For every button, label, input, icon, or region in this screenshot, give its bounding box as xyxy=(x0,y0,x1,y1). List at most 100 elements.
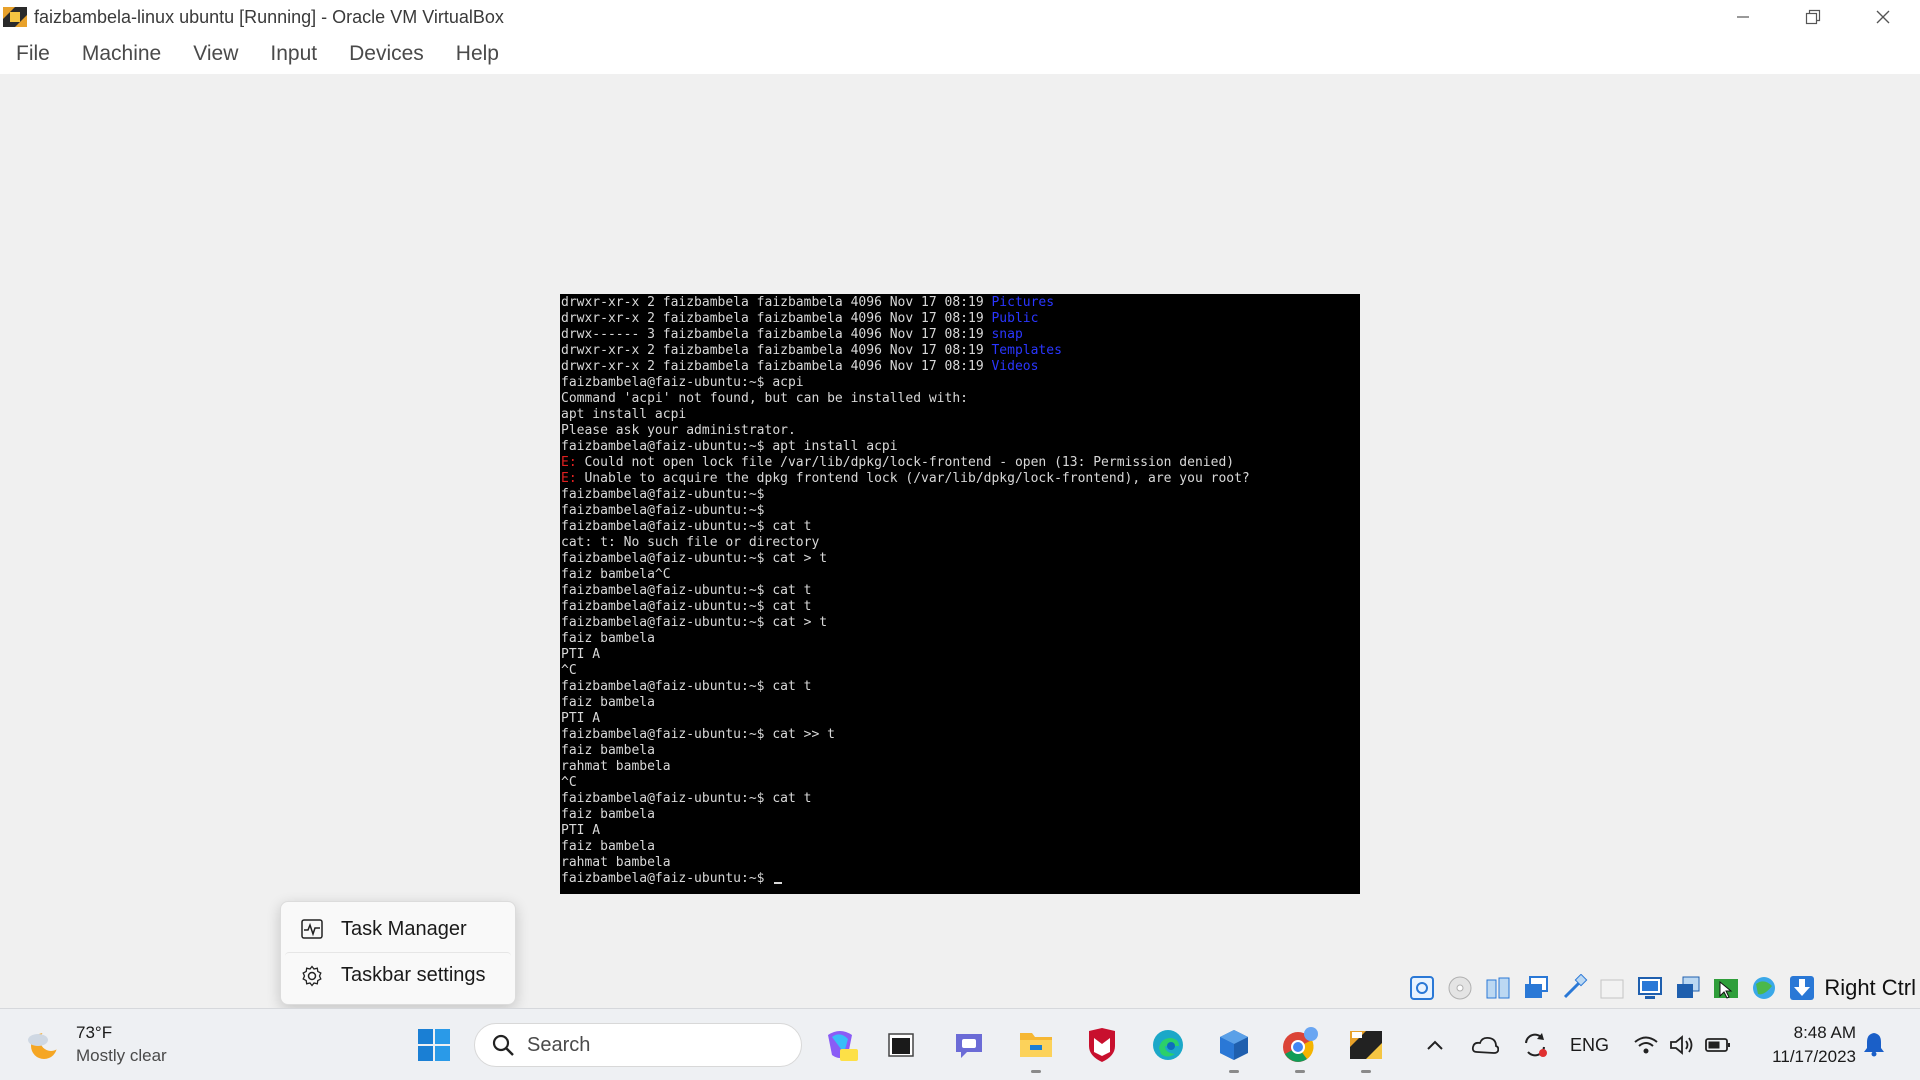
terminal-line: faizbambela@faiz-ubuntu:~$ cat > t xyxy=(561,615,1360,631)
task-view-icon[interactable] xyxy=(880,1023,924,1067)
weather-widget[interactable]: 73°F Mostly clear xyxy=(24,1021,167,1067)
terminal-line: ^C xyxy=(561,775,1360,791)
notification-bell-icon[interactable] xyxy=(1862,1031,1886,1062)
copilot-icon[interactable] xyxy=(818,1023,862,1067)
display-icon[interactable] xyxy=(1634,972,1666,1004)
battery-icon[interactable] xyxy=(1703,1030,1733,1060)
edge-icon[interactable] xyxy=(1146,1023,1190,1067)
terminal-line: faizbambela@faiz-ubuntu:~$ acpi xyxy=(561,375,1360,391)
terminal-line: faizbambela@faiz-ubuntu:~$ cat t xyxy=(561,519,1360,535)
terminal-text: Command 'acpi' not found, but can be ins… xyxy=(561,391,968,406)
terminal-text: faiz bambela xyxy=(561,807,655,822)
start-button[interactable] xyxy=(412,1023,456,1067)
terminal-text: drwxr-xr-x 2 faizbambela faizbambela 409… xyxy=(561,311,992,326)
optical-drive-icon[interactable] xyxy=(1444,972,1476,1004)
directory-name: Pictures xyxy=(991,295,1055,310)
terminal-text: cat: t: No such file or directory xyxy=(561,535,820,550)
terminal-text: faizbambela@faiz-ubuntu:~$ xyxy=(561,487,765,502)
terminal-line: faiz bambela xyxy=(561,807,1360,823)
menu-input[interactable]: Input xyxy=(270,42,317,66)
taskbar-settings-item[interactable]: Taskbar settings xyxy=(285,952,511,998)
menu-view[interactable]: View xyxy=(193,42,238,66)
mcafee-icon[interactable] xyxy=(1080,1023,1124,1067)
minimize-icon xyxy=(1737,16,1749,18)
terminal-text: faiz bambela xyxy=(561,743,655,758)
task-manager-icon xyxy=(301,919,323,939)
file-explorer-icon[interactable] xyxy=(1014,1023,1058,1073)
terminal-text: faizbambela@faiz-ubuntu:~$ cat t xyxy=(561,791,812,806)
running-indicator xyxy=(1229,1070,1239,1073)
terminal-line: drwxr-xr-x 2 faizbambela faizbambela 409… xyxy=(561,359,1360,375)
terminal-text: faiz bambela xyxy=(561,631,655,646)
terminal-line: faiz bambela^C xyxy=(561,567,1360,583)
menu-devices[interactable]: Devices xyxy=(349,42,424,66)
task-manager-item[interactable]: Task Manager xyxy=(285,906,511,952)
terminal-text: PTI A xyxy=(561,823,601,838)
volume-icon[interactable] xyxy=(1667,1030,1697,1060)
cpu-icon[interactable] xyxy=(1748,972,1780,1004)
wifi-icon[interactable] xyxy=(1631,1030,1661,1060)
error-prefix: E: xyxy=(561,471,577,486)
task-manager-label: Task Manager xyxy=(341,917,467,940)
menu-help[interactable]: Help xyxy=(456,42,499,66)
virtualbox-taskbar-icon[interactable] xyxy=(1212,1023,1256,1073)
audio-icon[interactable] xyxy=(1482,972,1514,1004)
terminal-text: faizbambela@faiz-ubuntu:~$ apt install a… xyxy=(561,439,898,454)
menu-machine[interactable]: Machine xyxy=(82,42,161,66)
system-tray: ENG xyxy=(1420,1023,1753,1067)
terminal-text: faizbambela@faiz-ubuntu:~$ cat > t xyxy=(561,615,828,630)
terminal-line: drwx------ 3 faizbambela faizbambela 409… xyxy=(561,327,1360,343)
vbox-status-bar: Right Ctrl xyxy=(1400,968,1920,1008)
windows-icon xyxy=(418,1029,450,1061)
terminal-line: faiz bambela xyxy=(561,743,1360,759)
weather-condition: Mostly clear xyxy=(76,1046,167,1065)
restore-button[interactable] xyxy=(1778,0,1848,34)
usb-icon[interactable] xyxy=(1558,972,1590,1004)
search-icon xyxy=(492,1034,514,1056)
weather-temperature: 73°F xyxy=(76,1023,113,1042)
terminal-text: drwxr-xr-x 2 faizbambela faizbambela 409… xyxy=(561,343,992,358)
mouse-integration-icon[interactable] xyxy=(1710,972,1742,1004)
terminal-text: faizbambela@faiz-ubuntu:~$ cat t xyxy=(561,679,812,694)
terminal-line: ^C xyxy=(561,663,1360,679)
terminal-line: E: Unable to acquire the dpkg frontend l… xyxy=(561,471,1360,487)
window-title: faizbambela-linux ubuntu [Running] - Ora… xyxy=(34,6,504,27)
minimize-button[interactable] xyxy=(1708,0,1778,34)
taskbar-settings-label: Taskbar settings xyxy=(341,964,486,986)
teams-chat-icon[interactable] xyxy=(948,1023,992,1067)
terminal-line: PTI A xyxy=(561,711,1360,727)
close-icon xyxy=(1876,10,1890,24)
terminal-line: faizbambela@faiz-ubuntu:~$ cat t xyxy=(561,583,1360,599)
terminal-line: Command 'acpi' not found, but can be ins… xyxy=(561,391,1360,407)
hard-disk-icon[interactable] xyxy=(1406,972,1438,1004)
terminal-line: faiz bambela xyxy=(561,839,1360,855)
recording-icon[interactable] xyxy=(1672,972,1704,1004)
directory-name: Templates xyxy=(991,343,1062,358)
terminal-line: PTI A xyxy=(561,823,1360,839)
onedrive-icon[interactable] xyxy=(1470,1030,1500,1060)
guest-terminal[interactable]: drwxr-xr-x 2 faizbambela faizbambela 409… xyxy=(560,294,1360,894)
vbox-vm-taskbar-icon[interactable] xyxy=(1344,1023,1388,1073)
terminal-line: rahmat bambela xyxy=(561,855,1360,871)
terminal-text: rahmat bambela xyxy=(561,855,671,870)
terminal-line: Please ask your administrator. xyxy=(561,423,1360,439)
terminal-line: faizbambela@faiz-ubuntu:~$ cat > t xyxy=(561,551,1360,567)
vm-display[interactable]: drwxr-xr-x 2 faizbambela faizbambela 409… xyxy=(0,74,1920,1008)
menu-file[interactable]: File xyxy=(16,42,50,66)
terminal-text: rahmat bambela xyxy=(561,759,671,774)
clock[interactable]: 8:48 AM 11/17/2023 xyxy=(1740,1021,1856,1069)
moon-cloud-icon xyxy=(28,1029,62,1059)
shared-folders-icon[interactable] xyxy=(1596,972,1628,1004)
language-indicator[interactable]: ENG xyxy=(1570,1035,1609,1056)
sync-icon[interactable] xyxy=(1520,1030,1550,1060)
directory-name: snap xyxy=(991,327,1023,342)
terminal-text: apt install acpi xyxy=(561,407,687,422)
taskbar-search[interactable]: Search xyxy=(474,1023,802,1067)
network-icon[interactable] xyxy=(1520,972,1552,1004)
close-button[interactable] xyxy=(1848,0,1918,34)
chrome-icon[interactable] xyxy=(1278,1023,1322,1073)
terminal-line: faizbambela@faiz-ubuntu:~$ cat t xyxy=(561,679,1360,695)
chevron-up-icon[interactable] xyxy=(1420,1030,1450,1060)
download-icon[interactable] xyxy=(1786,972,1818,1004)
terminal-line: faizbambela@faiz-ubuntu:~$ cat t xyxy=(561,791,1360,807)
